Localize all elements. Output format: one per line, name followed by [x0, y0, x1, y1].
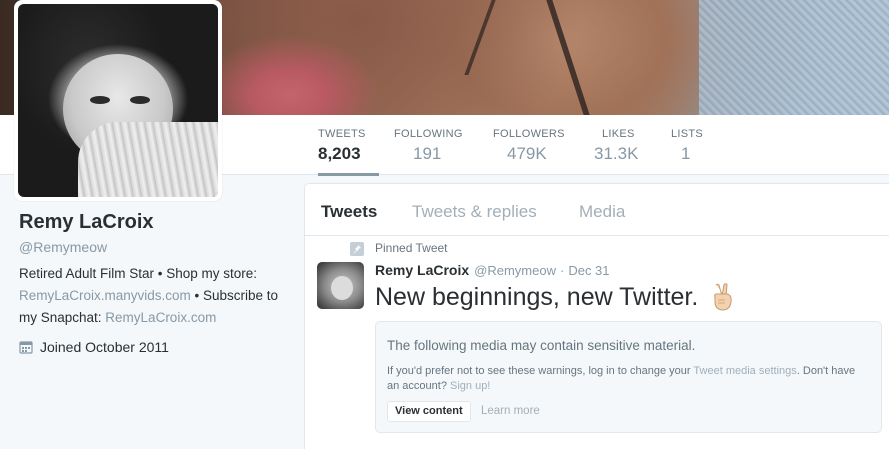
view-content-button[interactable]: View content	[387, 401, 471, 422]
profile-avatar[interactable]	[14, 0, 222, 201]
victory-hand-emoji-icon	[714, 283, 732, 311]
profile-handle[interactable]: @Remymeow	[19, 239, 289, 255]
bio-link-website[interactable]: RemyLaCroix.com	[105, 310, 216, 325]
tweet-author-name[interactable]: Remy LaCroix	[375, 262, 469, 278]
stat-value: 31.3K	[594, 144, 639, 163]
tab-tweets[interactable]: Tweets	[321, 202, 377, 222]
tweet-media-settings-link[interactable]: Tweet media settings	[693, 365, 796, 377]
tweet-body: New beginnings, new Twitter.	[375, 282, 699, 311]
avatar-face	[331, 276, 353, 300]
stat-lists[interactable]: LISTS 1	[671, 115, 703, 175]
warning-body: If you'd prefer not to see these warning…	[387, 364, 867, 394]
avatar-eye	[90, 96, 110, 104]
tweet-header: Remy LaCroix @Remymeow · Dec 31	[375, 262, 610, 278]
stat-label: TWEETS	[318, 128, 366, 140]
banner-decor	[546, 0, 590, 115]
stat-likes[interactable]: LIKES 31.3K	[594, 115, 638, 175]
stat-following[interactable]: FOLLOWING 191	[394, 115, 463, 175]
tab-tweets-and-replies[interactable]: Tweets & replies	[412, 202, 537, 222]
profile-name[interactable]: Remy LaCroix	[19, 211, 289, 234]
stat-value: 8,203	[318, 144, 361, 163]
tweet-text: New beginnings, new Twitter.	[375, 282, 736, 312]
warning-title: The following media may contain sensitiv…	[387, 338, 696, 353]
tweet-separator: ·	[559, 263, 565, 278]
tweet-author-avatar[interactable]	[317, 262, 364, 309]
pin-icon	[350, 242, 364, 256]
tab-media[interactable]: Media	[579, 202, 625, 222]
calendar-icon	[19, 341, 33, 354]
profile-bio: Retired Adult Film Star • Shop my store:…	[19, 263, 289, 329]
pinned-tweet[interactable]: Pinned Tweet Remy LaCroix @Remymeow · De…	[305, 236, 889, 449]
stat-label: LIKES	[602, 128, 635, 140]
stat-label: FOLLOWING	[394, 128, 463, 140]
stat-value: 1	[681, 144, 691, 163]
avatar-eye	[130, 96, 150, 104]
avatar-image	[18, 4, 218, 197]
profile-card: Remy LaCroix @Remymeow Retired Adult Fil…	[19, 211, 289, 355]
stat-label: LISTS	[671, 128, 704, 140]
stat-value: 191	[413, 144, 442, 163]
pinned-tweet-label: Pinned Tweet	[375, 241, 448, 255]
banner-decor	[464, 0, 496, 75]
tweet-author-handle[interactable]: @Remymeow	[474, 263, 556, 278]
stat-label: FOLLOWERS	[493, 128, 565, 140]
profile-joined-date: Joined October 2011	[19, 339, 289, 355]
learn-more-link[interactable]: Learn more	[481, 405, 540, 417]
sign-up-link[interactable]: Sign up!	[450, 380, 490, 392]
stat-value: 479K	[507, 144, 547, 163]
bio-link-store[interactable]: RemyLaCroix.manyvids.com	[19, 288, 191, 303]
warning-text: If you'd prefer not to see these warning…	[387, 365, 694, 377]
banner-decor	[699, 0, 889, 115]
timeline: Tweets Tweets & replies Media Pinned Twe…	[304, 183, 889, 449]
tweet-timestamp[interactable]: Dec 31	[568, 263, 609, 278]
joined-text: Joined October 2011	[40, 339, 169, 355]
sensitive-media-warning: The following media may contain sensitiv…	[375, 321, 882, 433]
avatar-sweater	[78, 122, 218, 197]
stat-followers[interactable]: FOLLOWERS 479K	[493, 115, 565, 175]
bio-text: Retired Adult Film Star • Shop my store:	[19, 266, 258, 281]
stat-tweets[interactable]: TWEETS 8,203	[318, 115, 379, 176]
timeline-tabs: Tweets Tweets & replies Media	[305, 184, 889, 236]
